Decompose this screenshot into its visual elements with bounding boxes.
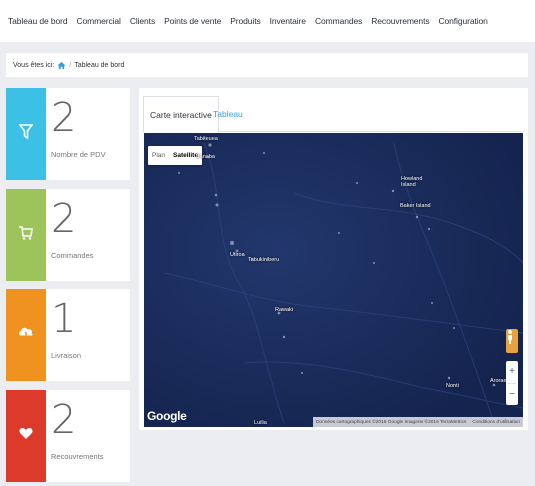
tab-tableau[interactable]: Tableau bbox=[207, 96, 249, 132]
breadcrumb-label: Vous êtes ici: bbox=[13, 61, 55, 69]
nav-item-commercial[interactable]: Commercial bbox=[76, 16, 120, 26]
breadcrumb: Vous êtes ici: / Tableau de bord bbox=[6, 53, 528, 77]
stat-number: 2 bbox=[51, 95, 77, 141]
breadcrumb-current[interactable]: Tableau de bord bbox=[74, 62, 124, 69]
nav-item-recouvrements[interactable]: Recouvrements bbox=[371, 16, 429, 26]
breadcrumb-separator: / bbox=[69, 61, 72, 69]
satellite-map[interactable]: Plan Satellite Tabiteuea Banaba Utiroa T… bbox=[144, 133, 523, 427]
street-view-pegman-icon[interactable] bbox=[506, 329, 518, 353]
nav-item-commandes[interactable]: Commandes bbox=[315, 16, 362, 26]
map-panel: Carte interactive Tableau Plan Satellite… bbox=[139, 88, 528, 430]
stat-number: 2 bbox=[51, 196, 77, 242]
cloud-download-icon bbox=[17, 325, 35, 346]
stat-card-pdv[interactable]: 2 Nombre de PDV bbox=[6, 88, 130, 180]
nav-item-points-de-vente[interactable]: Points de vente bbox=[164, 16, 221, 26]
map-place-label: Utiroa bbox=[230, 252, 245, 258]
nav-item-configuration[interactable]: Configuration bbox=[438, 16, 487, 26]
map-type-plan[interactable]: Plan bbox=[148, 146, 169, 165]
funnel-icon bbox=[18, 123, 34, 145]
stat-icon-box bbox=[6, 88, 46, 180]
nav-item-tableau-de-bord[interactable]: Tableau de bord bbox=[8, 16, 68, 26]
attribution-text: Données cartographiques ©2016 Google Ima… bbox=[315, 419, 467, 425]
map-tabs: Carte interactive Tableau bbox=[143, 96, 524, 133]
stat-label: Livraison bbox=[51, 351, 82, 360]
heart-icon bbox=[19, 427, 33, 445]
stat-card-livraison[interactable]: 1 Livraison bbox=[6, 289, 130, 381]
stat-label: Nombre de PDV bbox=[51, 150, 106, 159]
map-place-label: Howland Island bbox=[401, 176, 423, 188]
map-type-toggle: Plan Satellite bbox=[148, 146, 202, 165]
home-icon[interactable] bbox=[57, 61, 66, 70]
stat-number: 2 bbox=[51, 397, 77, 443]
stat-icon-box bbox=[6, 390, 46, 482]
nav-item-inventaire[interactable]: Inventaire bbox=[270, 16, 306, 26]
stat-icon-box bbox=[6, 289, 46, 381]
map-attribution: Données cartographiques ©2016 Google Ima… bbox=[312, 417, 523, 427]
map-place-label: Luilia bbox=[254, 420, 267, 426]
zoom-in-button[interactable]: + bbox=[506, 361, 518, 383]
stat-label: Recouvrements bbox=[51, 452, 104, 461]
google-logo: Google bbox=[147, 409, 187, 423]
map-place-label: Tabukiniberu bbox=[248, 257, 280, 263]
zoom-control: + − bbox=[506, 361, 518, 405]
stat-number: 1 bbox=[51, 296, 77, 342]
cart-icon bbox=[18, 225, 34, 246]
terms-link[interactable]: Conditions d'utilisation bbox=[472, 420, 520, 425]
map-place-label: Nonti bbox=[446, 383, 459, 389]
ocean-terrain bbox=[144, 133, 523, 427]
map-place-label: Arorae bbox=[490, 378, 507, 384]
stat-icon-box bbox=[6, 189, 46, 281]
zoom-out-button[interactable]: − bbox=[506, 384, 518, 406]
map-place-label: Baker Island bbox=[400, 203, 431, 209]
stat-card-recouvrements[interactable]: 2 Recouvrements bbox=[6, 390, 130, 482]
map-place-label: Banaba bbox=[196, 154, 215, 160]
nav-item-produits[interactable]: Produits bbox=[230, 16, 260, 26]
top-navigation: Tableau de bord Commercial Clients Point… bbox=[0, 0, 535, 42]
map-place-label: Tabiteuea bbox=[194, 136, 218, 142]
stat-card-commandes[interactable]: 2 Commandes bbox=[6, 189, 130, 281]
map-place-label: Rawaki bbox=[275, 307, 294, 313]
stat-label: Commandes bbox=[51, 251, 94, 260]
nav-item-clients[interactable]: Clients bbox=[130, 16, 155, 26]
